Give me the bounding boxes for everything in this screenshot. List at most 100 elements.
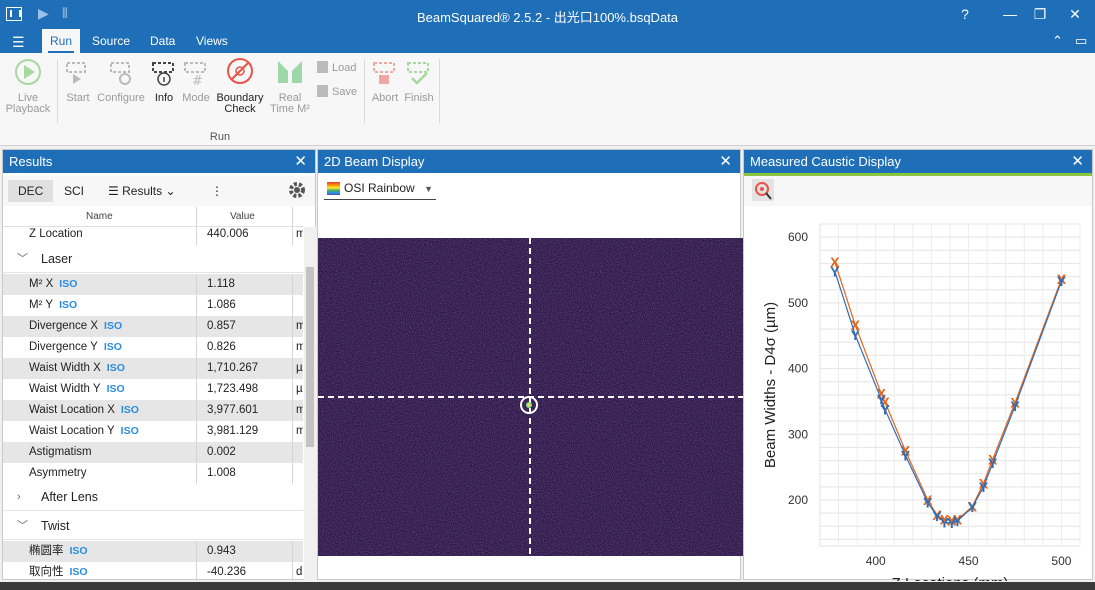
iso-badge[interactable]: ISO bbox=[121, 404, 139, 416]
real-time-m2-button[interactable]: Real Time M² bbox=[268, 57, 312, 115]
results-header: Results ✕ bbox=[3, 150, 315, 173]
boundary-check-button[interactable]: Boundary Check bbox=[214, 57, 266, 115]
save-icon bbox=[317, 85, 328, 97]
pick-point-icon[interactable] bbox=[752, 179, 774, 201]
tab-source[interactable]: Source bbox=[84, 29, 138, 53]
abort-icon bbox=[373, 62, 395, 84]
table-row: Waist Location Y ISO 3,981.129 m bbox=[3, 421, 303, 442]
tab-run[interactable]: Run bbox=[42, 29, 80, 53]
data-point-y: Y bbox=[830, 263, 840, 279]
info-button[interactable]: Info bbox=[149, 57, 179, 104]
mode-button[interactable]: # Mode bbox=[180, 57, 212, 104]
group-after-lens[interactable]: › After Lens bbox=[3, 483, 303, 511]
dec-toggle[interactable]: DEC bbox=[8, 180, 54, 202]
group-laser[interactable]: ﹀ Laser bbox=[3, 245, 303, 273]
title-bar: ▶ ⫴ BeamSquared® 2.5.2 - 出光口100%.bsqData… bbox=[0, 0, 1095, 29]
data-point-y: Y bbox=[1010, 398, 1020, 414]
x-tick-label: 500 bbox=[1051, 554, 1071, 568]
finish-button[interactable]: Finish bbox=[402, 57, 436, 104]
table-row: Waist Width Y ISO 1,723.498 µ bbox=[3, 379, 303, 400]
data-point-y: Y bbox=[1057, 273, 1067, 289]
table-row: Astigmatism 0.002 bbox=[3, 442, 303, 463]
play-circle-icon bbox=[15, 59, 41, 85]
colormap-select[interactable]: OSI Rainbow ▼ bbox=[324, 180, 436, 200]
iso-badge[interactable]: ISO bbox=[104, 341, 122, 353]
close-icon[interactable]: ✕ bbox=[294, 150, 307, 173]
beam-display-panel: 2D Beam Display ✕ OSI Rainbow ▼ bbox=[317, 149, 743, 580]
results-column-header: Name Value bbox=[3, 207, 303, 227]
close-icon[interactable]: ✕ bbox=[1071, 150, 1084, 173]
table-row: Asymmetry 1.008 bbox=[3, 463, 303, 484]
start-button[interactable]: Start bbox=[62, 57, 94, 104]
minimize-button[interactable]: — bbox=[995, 3, 1025, 25]
scrollbar-thumb[interactable] bbox=[306, 267, 314, 447]
caustic-chart[interactable]: 600 500 400 300 200 400 450 500 Beam Widths - D4… bbox=[744, 206, 1092, 581]
camera-play-icon bbox=[66, 62, 86, 84]
load-icon bbox=[317, 61, 328, 73]
x-tick-label: 400 bbox=[866, 554, 886, 568]
restore-button[interactable]: ❐ bbox=[1025, 3, 1055, 25]
iso-badge[interactable]: ISO bbox=[107, 362, 125, 374]
data-point-y: Y bbox=[851, 327, 861, 343]
iso-badge[interactable]: ISO bbox=[70, 566, 88, 578]
beam-display-header: 2D Beam Display ✕ bbox=[318, 150, 740, 173]
close-icon[interactable]: ✕ bbox=[719, 150, 732, 173]
group-twist[interactable]: ﹀ Twist bbox=[3, 512, 303, 540]
results-toolbar: DEC SCI ☰ Results ⌄ ⋮ bbox=[3, 176, 315, 206]
data-point-y: Y bbox=[979, 479, 989, 495]
chevron-down-icon: ⌄ bbox=[165, 184, 176, 198]
ribbon: Live Playback Start Configure Info # Mode… bbox=[0, 53, 1095, 146]
window-title: BeamSquared® 2.5.2 - 出光口100%.bsqData bbox=[416, 10, 679, 25]
col-value: Value bbox=[230, 211, 255, 222]
data-point-y: Y bbox=[880, 401, 890, 417]
list-icon: ☰ bbox=[108, 184, 119, 198]
results-table: Z Location 440.006 m ﹀ Laser M² X ISO 1.11… bbox=[3, 227, 303, 581]
iso-badge[interactable]: ISO bbox=[59, 278, 77, 290]
results-scrollbar[interactable] bbox=[304, 227, 316, 581]
ribbon-group-label: Run bbox=[209, 131, 231, 143]
configure-button[interactable]: Configure bbox=[96, 57, 146, 104]
iso-badge[interactable]: ISO bbox=[121, 425, 139, 437]
iso-badge[interactable]: ISO bbox=[59, 299, 77, 311]
caustic-header: Measured Caustic Display ✕ bbox=[744, 150, 1092, 173]
abort-button[interactable]: Abort bbox=[368, 57, 402, 104]
data-point-y: Y bbox=[953, 513, 963, 529]
save-button[interactable]: Save bbox=[317, 85, 357, 98]
y-tick-label: 500 bbox=[788, 296, 808, 310]
gear-icon[interactable] bbox=[287, 180, 307, 200]
close-window-button[interactable]: ✕ bbox=[1060, 3, 1090, 25]
table-row: 椭圆率 ISO 0.943 bbox=[3, 541, 303, 562]
hamburger-menu-icon[interactable]: ☰ bbox=[12, 34, 25, 51]
chevron-right-icon: › bbox=[17, 491, 21, 503]
sci-toggle[interactable]: SCI bbox=[54, 180, 94, 202]
beam-image[interactable] bbox=[318, 238, 743, 556]
table-row: Z Location 440.006 m bbox=[3, 227, 303, 245]
caustic-title: Measured Caustic Display bbox=[750, 154, 902, 169]
results-dropdown[interactable]: ☰ Results ⌄ bbox=[98, 180, 186, 202]
y-tick-label: 600 bbox=[788, 230, 808, 244]
x-tick-label: 450 bbox=[959, 554, 979, 568]
y-tick-label: 400 bbox=[788, 362, 808, 376]
iso-badge[interactable]: ISO bbox=[70, 545, 88, 557]
load-button[interactable]: Load bbox=[317, 61, 356, 74]
colormap-bar: OSI Rainbow ▼ bbox=[318, 173, 740, 206]
info-icon bbox=[152, 62, 174, 86]
y-axis-label: Beam Widths - D4σ (µm) bbox=[762, 302, 779, 468]
x-axis-label: Z Locations (mm) bbox=[892, 575, 1009, 581]
caustic-panel: Measured Caustic Display ✕ 600 500 400 300 2… bbox=[743, 149, 1093, 581]
iso-badge[interactable]: ISO bbox=[104, 320, 122, 332]
menu-bar: ☰ Run Source Data Views ⌃ ▭ bbox=[0, 29, 1095, 53]
tab-views[interactable]: Views bbox=[188, 29, 236, 53]
collapse-ribbon-icon[interactable]: ⌃ bbox=[1052, 33, 1063, 49]
window-layout-icon[interactable]: ▭ bbox=[1075, 33, 1087, 49]
table-row: 取向性 ISO -40.236 d bbox=[3, 562, 303, 581]
help-icon[interactable]: ? bbox=[950, 3, 980, 25]
tab-data[interactable]: Data bbox=[142, 29, 183, 53]
results-title: Results bbox=[9, 154, 53, 169]
more-options-icon[interactable]: ⋮ bbox=[201, 180, 233, 202]
live-playback-button[interactable]: Live Playback bbox=[4, 57, 52, 115]
iso-badge[interactable]: ISO bbox=[107, 383, 125, 395]
hash-icon: # bbox=[184, 62, 206, 87]
table-row: Divergence X ISO 0.857 m bbox=[3, 316, 303, 337]
rainbow-swatch-icon bbox=[327, 182, 340, 195]
